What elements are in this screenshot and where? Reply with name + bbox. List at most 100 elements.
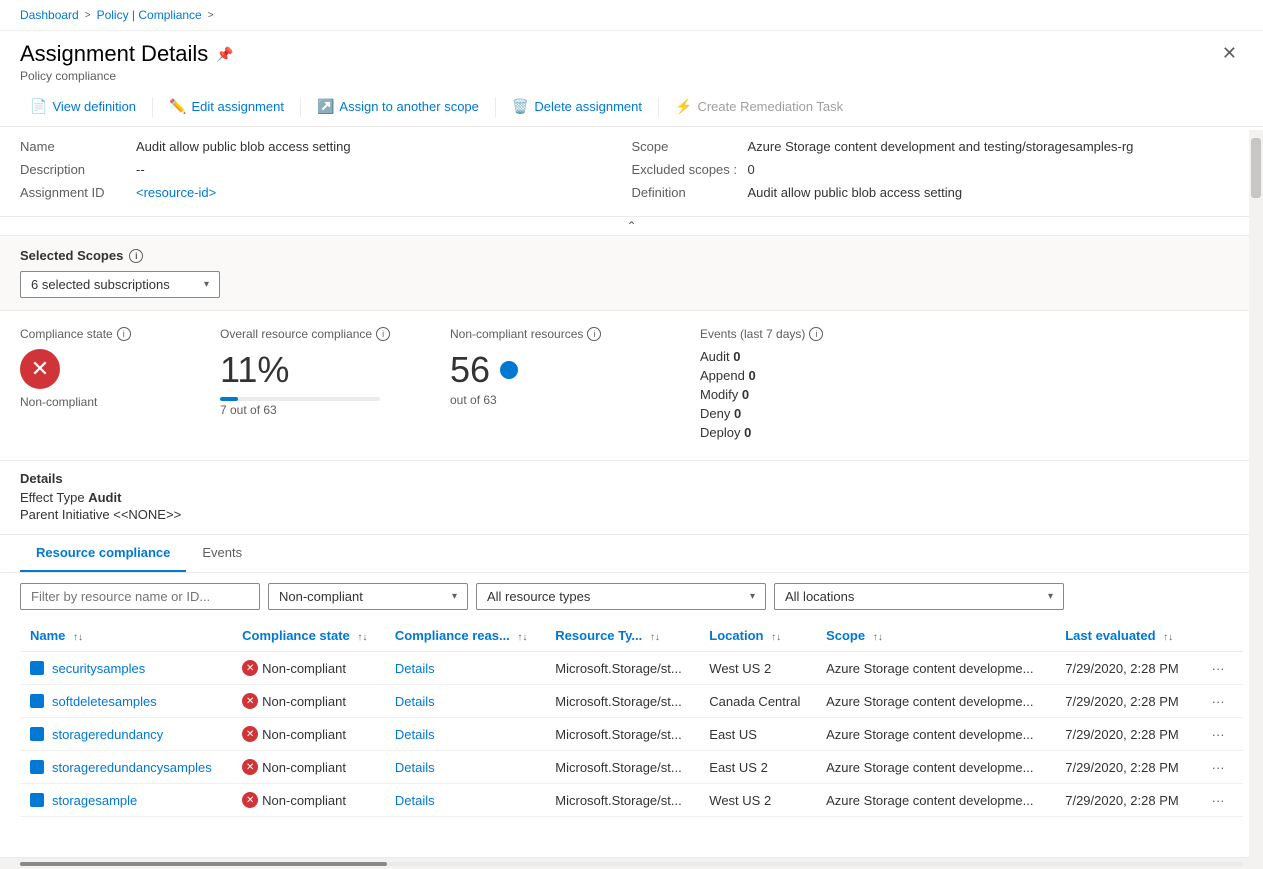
- edit-assignment-button[interactable]: ✏️ Edit assignment: [159, 93, 294, 120]
- breadcrumb-policy[interactable]: Policy | Compliance: [97, 8, 202, 22]
- col-compliance-state[interactable]: Compliance state ↑↓: [232, 620, 385, 652]
- create-remediation-button[interactable]: ⚡ Create Remediation Task: [665, 93, 853, 120]
- overall-compliance-info-icon[interactable]: i: [376, 327, 390, 341]
- cell-more-actions: ···: [1196, 718, 1243, 751]
- details-section: Name Audit allow public blob access sett…: [0, 127, 1263, 217]
- detail-description: Description --: [20, 162, 632, 177]
- resource-name-link[interactable]: storagesample: [30, 793, 222, 808]
- location-filter-dropdown[interactable]: All locations ▾: [774, 583, 1064, 610]
- search-input[interactable]: [20, 583, 260, 610]
- cell-name: softdeletesamples: [20, 685, 232, 718]
- event-item: Append 0: [700, 368, 1223, 383]
- breadcrumb-sep1: >: [85, 10, 91, 21]
- breadcrumb: Dashboard > Policy | Compliance >: [0, 0, 1263, 31]
- cell-compliance-state: ✕ Non-compliant: [232, 652, 385, 685]
- location-sort-icon: ↑↓: [771, 632, 781, 643]
- right-scroll-thumb: [1251, 138, 1261, 198]
- non-compliant-info-icon[interactable]: i: [587, 327, 601, 341]
- details-link[interactable]: Details: [395, 694, 435, 709]
- breadcrumb-dashboard[interactable]: Dashboard: [20, 8, 79, 22]
- error-circle-icon: ✕: [242, 726, 258, 742]
- compliance-state-title: Compliance state i: [20, 327, 200, 341]
- toolbar-separator-1: [152, 97, 153, 117]
- cell-more-actions: ···: [1196, 652, 1243, 685]
- compliance-state-block: Compliance state i ✕ Non-compliant: [20, 327, 220, 444]
- compliance-state-cell: ✕ Non-compliant: [242, 759, 375, 775]
- overall-compliance-title: Overall resource compliance i: [220, 327, 430, 341]
- details-link[interactable]: Details: [395, 661, 435, 676]
- scopes-info-icon[interactable]: i: [129, 249, 143, 263]
- close-button[interactable]: ✕: [1216, 41, 1243, 66]
- cell-last-evaluated: 7/29/2020, 2:28 PM: [1055, 685, 1195, 718]
- more-actions-button[interactable]: ···: [1206, 659, 1231, 678]
- col-last-evaluated[interactable]: Last evaluated ↑↓: [1055, 620, 1195, 652]
- cell-last-evaluated: 7/29/2020, 2:28 PM: [1055, 751, 1195, 784]
- scopes-label: Selected Scopes i: [20, 248, 1243, 263]
- col-scope[interactable]: Scope ↑↓: [816, 620, 1055, 652]
- collapse-icon: ⌃: [626, 219, 636, 233]
- table-header-row: Name ↑↓ Compliance state ↑↓ Compliance r…: [20, 620, 1243, 652]
- view-definition-button[interactable]: 📄 View definition: [20, 93, 146, 120]
- more-actions-button[interactable]: ···: [1206, 791, 1231, 810]
- details-link[interactable]: Details: [395, 793, 435, 808]
- resource-name-link[interactable]: storageredundancysamples: [30, 760, 222, 775]
- col-name[interactable]: Name ↑↓: [20, 620, 232, 652]
- tab-resource-compliance[interactable]: Resource compliance: [20, 535, 186, 572]
- col-resource-type[interactable]: Resource Ty... ↑↓: [545, 620, 699, 652]
- compliance-state-cell: ✕ Non-compliant: [242, 660, 375, 676]
- more-actions-button[interactable]: ···: [1206, 692, 1231, 711]
- last-evaluated-sort-icon: ↑↓: [1163, 632, 1173, 643]
- table-container: Name ↑↓ Compliance state ↑↓ Compliance r…: [0, 620, 1263, 857]
- scope-sort-icon: ↑↓: [873, 632, 883, 643]
- col-location[interactable]: Location ↑↓: [699, 620, 816, 652]
- bottom-scrollbar[interactable]: [0, 857, 1263, 869]
- more-actions-button[interactable]: ···: [1206, 758, 1231, 777]
- scope-dropdown[interactable]: 6 selected subscriptions ▾: [20, 271, 220, 298]
- filters-row: Non-compliant ▾ All resource types ▾ All…: [0, 573, 1263, 620]
- resource-name-link[interactable]: storageredundancy: [30, 727, 222, 742]
- compliance-state-info-icon[interactable]: i: [117, 327, 131, 341]
- cell-more-actions: ···: [1196, 685, 1243, 718]
- events-info-icon[interactable]: i: [809, 327, 823, 341]
- compliance-filter-chevron: ▾: [452, 591, 457, 602]
- details-link[interactable]: Details: [395, 727, 435, 742]
- event-item: Modify 0: [700, 387, 1223, 402]
- more-actions-button[interactable]: ···: [1206, 725, 1231, 744]
- assign-scope-button[interactable]: ↗️ Assign to another scope: [307, 93, 489, 120]
- cell-compliance-reason: Details: [385, 685, 545, 718]
- scrollbar-track: [20, 862, 1243, 866]
- compliance-bar: [220, 397, 380, 401]
- pin-icon[interactable]: 📌: [216, 46, 233, 63]
- resource-type-sort-icon: ↑↓: [650, 632, 660, 643]
- panel-subtitle: Policy compliance: [20, 69, 234, 83]
- col-compliance-reason[interactable]: Compliance reas... ↑↓: [385, 620, 545, 652]
- details-right: Scope Azure Storage content development …: [632, 139, 1244, 208]
- tabs-row: Resource compliance Events: [0, 535, 1263, 573]
- cell-name: storagesample: [20, 784, 232, 817]
- compliance-filter-dropdown[interactable]: Non-compliant ▾: [268, 583, 468, 610]
- cell-last-evaluated: 7/29/2020, 2:28 PM: [1055, 784, 1195, 817]
- delete-assignment-button[interactable]: 🗑️ Delete assignment: [502, 93, 652, 120]
- error-circle-icon: ✕: [242, 660, 258, 676]
- resource-type-filter-dropdown[interactable]: All resource types ▾: [476, 583, 766, 610]
- cell-last-evaluated: 7/29/2020, 2:28 PM: [1055, 718, 1195, 751]
- tab-events[interactable]: Events: [186, 535, 258, 572]
- cell-resource-type: Microsoft.Storage/st...: [545, 685, 699, 718]
- cell-compliance-state: ✕ Non-compliant: [232, 751, 385, 784]
- compliance-bar-fill: [220, 397, 238, 401]
- resource-name-link[interactable]: softdeletesamples: [30, 694, 222, 709]
- events-block: Events (last 7 days) i Audit 0Append 0Mo…: [700, 327, 1243, 444]
- event-item: Deploy 0: [700, 425, 1223, 440]
- right-scrollbar[interactable]: [1249, 130, 1263, 869]
- table-row: storageredundancy ✕ Non-compliant Detail…: [20, 718, 1243, 751]
- resource-name-link[interactable]: securitysamples: [30, 661, 222, 676]
- details-link[interactable]: Details: [395, 760, 435, 775]
- error-circle-icon: ✕: [242, 759, 258, 775]
- breadcrumb-sep2: >: [208, 10, 214, 21]
- collapse-bar[interactable]: ⌃: [0, 217, 1263, 236]
- location-filter-chevron: ▾: [1048, 591, 1053, 602]
- cell-resource-type: Microsoft.Storage/st...: [545, 751, 699, 784]
- assign-scope-icon: ↗️: [317, 98, 334, 115]
- cell-location: East US 2: [699, 751, 816, 784]
- cell-compliance-reason: Details: [385, 652, 545, 685]
